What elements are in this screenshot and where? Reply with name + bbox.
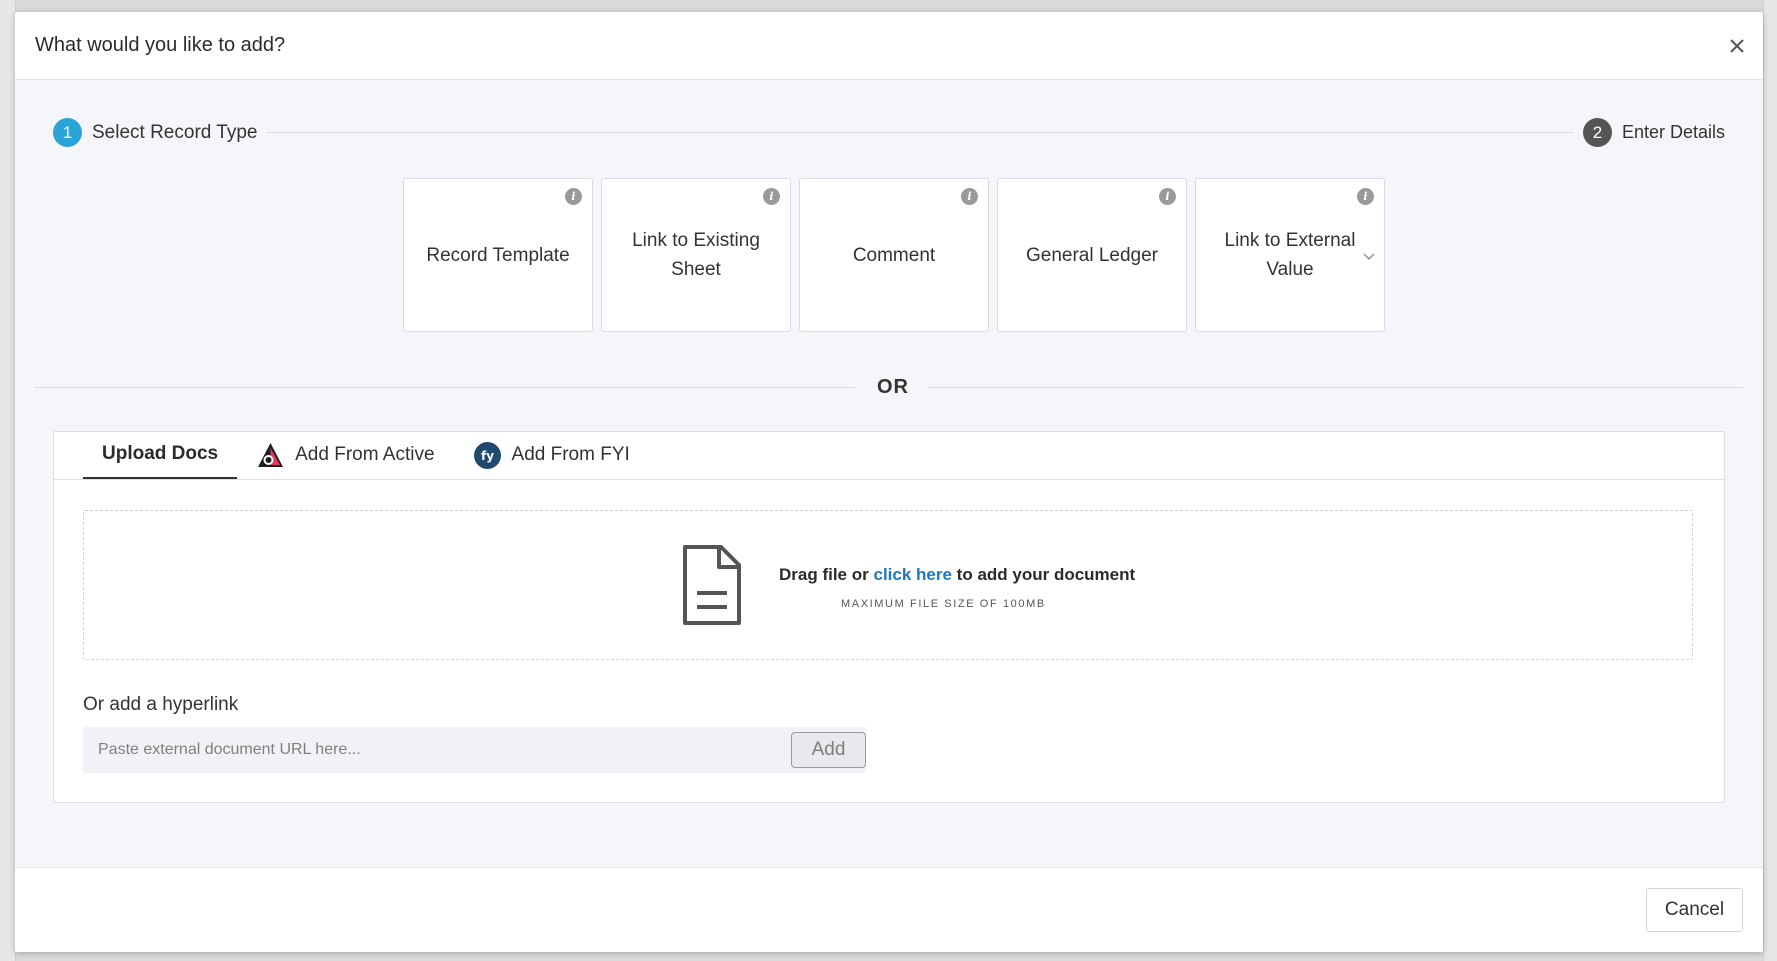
info-icon[interactable]: i xyxy=(961,188,978,205)
tab-label: Add From FYI xyxy=(511,444,630,465)
info-icon[interactable]: i xyxy=(1159,188,1176,205)
tab-label: Upload Docs xyxy=(102,443,219,464)
dropzone-text-after: to add your document xyxy=(956,565,1136,584)
card-link-to-existing-sheet[interactable]: i Link to Existing Sheet xyxy=(601,178,791,332)
dropzone-text: Drag file or click here to add your docu… xyxy=(779,565,1135,585)
background-left-strip xyxy=(0,0,16,961)
modal-title: What would you like to add? xyxy=(35,34,286,56)
fyi-logo-icon: fy xyxy=(473,441,501,469)
tab-add-from-active[interactable]: Add From Active xyxy=(237,431,453,479)
or-divider: OR xyxy=(35,376,1743,400)
add-hyperlink-button[interactable]: Add xyxy=(791,732,866,768)
step-label: Enter Details xyxy=(1621,122,1725,142)
upload-tabs: Upload Docs Add From Active fy Add From … xyxy=(54,432,1724,480)
active-logo-icon xyxy=(258,442,284,467)
step-number: 2 xyxy=(1582,118,1612,147)
svg-text:fy: fy xyxy=(480,449,493,463)
card-general-ledger[interactable]: i General Ledger xyxy=(997,178,1187,332)
card-label: Comment xyxy=(852,244,936,266)
card-label: Link to Existing Sheet xyxy=(632,230,760,280)
step-enter-details: 2 Enter Details xyxy=(1572,118,1725,147)
cancel-button[interactable]: Cancel xyxy=(1646,888,1743,932)
add-record-modal: What would you like to add? 1 Select Rec… xyxy=(15,12,1763,952)
step-select-record-type: 1 Select Record Type xyxy=(53,118,268,147)
file-dropzone[interactable]: Drag file or click here to add your docu… xyxy=(83,510,1693,660)
card-label: Link to External Value xyxy=(1224,230,1356,280)
close-button[interactable] xyxy=(1725,34,1749,58)
info-icon[interactable]: i xyxy=(565,188,582,205)
upload-panel: Upload Docs Add From Active fy Add From … xyxy=(53,431,1725,803)
stepper-line xyxy=(263,132,1575,133)
close-icon xyxy=(1730,39,1744,53)
hyperlink-row: Add xyxy=(83,727,866,773)
modal-footer: Cancel xyxy=(15,867,1763,952)
tab-add-from-fyi[interactable]: fy Add From FYI xyxy=(454,431,649,479)
dropzone-text-before: Drag file or xyxy=(779,565,869,584)
step-number: 1 xyxy=(53,118,82,147)
chevron-down-icon[interactable] xyxy=(1362,252,1376,262)
divider-line xyxy=(35,387,855,388)
card-link-to-external-value[interactable]: i Link to External Value xyxy=(1195,178,1385,332)
step-label: Select Record Type xyxy=(92,121,258,143)
stepper: 1 Select Record Type 2 Enter Details xyxy=(53,118,1725,148)
card-comment[interactable]: i Comment xyxy=(799,178,989,332)
record-type-cards: i Record Template i Link to Existing She… xyxy=(403,178,1385,332)
document-icon xyxy=(683,545,741,625)
hyperlink-label: Or add a hyperlink xyxy=(83,694,239,715)
modal-header: What would you like to add? xyxy=(15,12,1763,80)
tab-label: Add From Active xyxy=(295,444,435,465)
hyperlink-url-input[interactable] xyxy=(83,727,783,773)
card-label: Record Template xyxy=(426,244,570,266)
max-file-size-text: MAXIMUM FILE SIZE OF 100MB xyxy=(841,598,1046,610)
info-icon[interactable]: i xyxy=(763,188,780,205)
tab-upload-docs[interactable]: Upload Docs xyxy=(83,431,238,479)
card-record-template[interactable]: i Record Template xyxy=(403,178,593,332)
divider-line xyxy=(928,387,1743,388)
background-right-strip xyxy=(1763,0,1777,961)
or-text: OR xyxy=(877,376,909,398)
info-icon[interactable]: i xyxy=(1357,188,1374,205)
click-here-link[interactable]: click here xyxy=(873,565,951,584)
card-label: General Ledger xyxy=(1025,244,1159,266)
